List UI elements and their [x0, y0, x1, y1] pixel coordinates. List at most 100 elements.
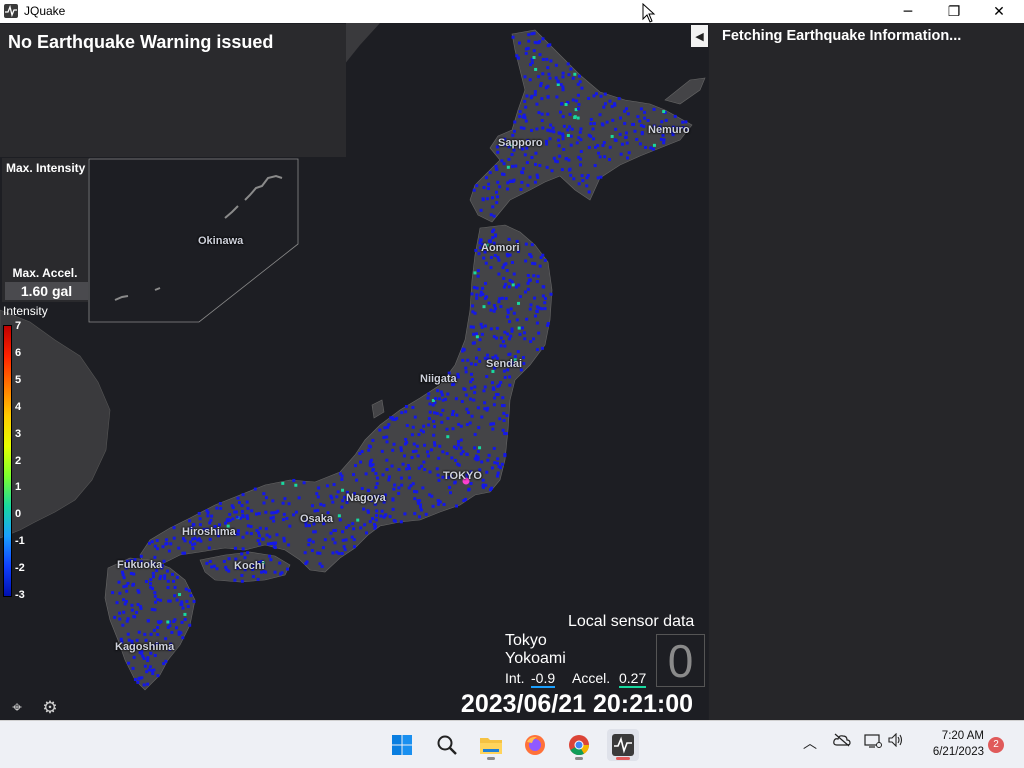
sensor-dot	[507, 285, 511, 289]
sensor-dot	[568, 125, 572, 129]
sensor-dot	[383, 426, 387, 430]
sensor-dot	[356, 518, 360, 522]
volume-button[interactable]	[888, 732, 904, 751]
sensor-dot	[524, 119, 528, 123]
chrome-button[interactable]	[563, 729, 595, 761]
sensor-dot	[310, 549, 314, 553]
sensor-dot	[431, 504, 435, 508]
firefox-button[interactable]	[519, 729, 551, 761]
locate-button[interactable]: ⌖	[4, 695, 30, 720]
sensor-dot	[219, 506, 223, 510]
sensor-dot	[552, 130, 556, 134]
sensor-dot	[459, 424, 463, 428]
sensor-dot	[462, 499, 466, 503]
sensor-dot	[378, 428, 382, 432]
sensor-dot	[406, 464, 410, 468]
minimize-button[interactable]: ─	[885, 0, 931, 23]
sensor-dot	[392, 487, 396, 491]
sensor-dot	[591, 127, 595, 131]
sensor-dot	[374, 472, 378, 476]
sensor-dot	[189, 594, 193, 598]
sensor-dot	[118, 591, 122, 595]
jquake-taskbar-button[interactable]	[607, 729, 639, 761]
sensor-dot	[451, 410, 455, 414]
sensor-dot	[222, 559, 226, 563]
sensor-dot	[533, 296, 537, 300]
sensor-dot	[268, 554, 272, 558]
sensor-dot	[331, 551, 335, 555]
sensor-dot	[399, 446, 403, 450]
sensor-dot	[475, 335, 479, 339]
sensor-dot	[561, 115, 565, 119]
chevron-up-icon: ︿	[803, 736, 817, 752]
sensor-dot	[476, 269, 480, 273]
sensor-dot	[540, 119, 544, 123]
settings-button[interactable]: ⚙	[37, 695, 63, 720]
start-button[interactable]	[386, 729, 418, 761]
sensor-dot	[434, 397, 438, 401]
sensor-dot	[501, 396, 505, 400]
sensor-dot	[269, 542, 273, 546]
sensor-dot	[313, 509, 317, 513]
sensor-dot	[341, 530, 345, 534]
sensor-dot	[551, 126, 555, 130]
sensor-dot	[445, 427, 449, 431]
sensor-dot	[162, 662, 166, 666]
collapse-panel-button[interactable]: ◀	[691, 25, 708, 47]
sensor-dot	[508, 278, 512, 282]
notification-badge[interactable]: 2	[988, 737, 1004, 753]
file-explorer-button[interactable]	[475, 729, 507, 761]
sensor-dot	[218, 502, 222, 506]
sensor-dot	[477, 347, 481, 351]
sensor-dot	[240, 579, 244, 583]
sensor-dot	[481, 197, 485, 201]
sensor-dot	[169, 542, 173, 546]
sensor-dot	[574, 99, 578, 103]
close-button[interactable]: ✕	[976, 0, 1022, 23]
search-button[interactable]	[431, 729, 463, 761]
sensor-dot	[498, 417, 502, 421]
sensor-dot	[163, 574, 167, 578]
tray-clock-date[interactable]: 6/21/2023	[910, 746, 984, 758]
sensor-dot	[576, 116, 580, 120]
sensor-dot	[548, 137, 552, 141]
network-button[interactable]	[864, 733, 882, 753]
sensor-dot	[569, 173, 573, 177]
show-hidden-icons-button[interactable]: ︿	[803, 733, 817, 753]
city-label-nemuro: Nemuro	[648, 124, 690, 136]
sensor-dot	[240, 552, 244, 556]
sensor-dot	[581, 179, 585, 183]
sensor-dot	[146, 682, 150, 686]
sensor-dot	[541, 285, 545, 289]
sensor-dot	[276, 509, 280, 513]
sensor-dot	[495, 326, 499, 330]
sensor-dot	[274, 541, 278, 545]
sensor-dot	[256, 577, 260, 581]
collapse-left-icon: ◀	[695, 29, 704, 43]
sensor-dot	[579, 138, 583, 142]
tray-clock-time[interactable]: 7:20 AM	[922, 730, 984, 742]
sensor-dot	[228, 518, 232, 522]
sensor-dot	[238, 516, 242, 520]
sensor-dot	[521, 355, 525, 359]
sensor-dot	[496, 255, 500, 259]
warning-status-text: No Earthquake Warning issued	[8, 32, 274, 52]
sensor-dot	[161, 545, 165, 549]
sensor-dot	[443, 397, 447, 401]
onedrive-button[interactable]	[833, 733, 851, 751]
sensor-dot	[341, 499, 345, 503]
sensor-dot	[185, 599, 189, 603]
sensor-dot	[212, 564, 216, 568]
sensor-dot	[172, 536, 176, 540]
sensor-dot	[118, 611, 122, 615]
sensor-dot	[137, 630, 141, 634]
sensor-dot	[472, 285, 476, 289]
sensor-dot	[336, 490, 340, 494]
sensor-dot	[502, 418, 506, 422]
sensor-dot	[498, 185, 502, 189]
maximize-button[interactable]: ❐	[931, 0, 977, 23]
sensor-dot	[459, 438, 463, 442]
sensor-dot	[509, 334, 513, 338]
city-label-hiroshima: Hiroshima	[182, 526, 236, 538]
sensor-dot	[282, 518, 286, 522]
